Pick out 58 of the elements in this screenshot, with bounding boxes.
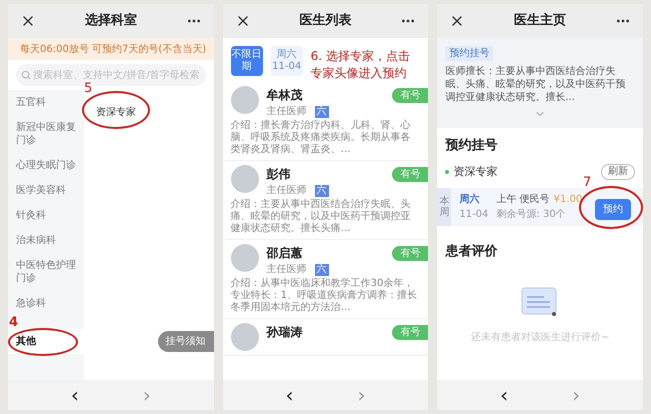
subdepartment-item[interactable]: 资深专家 xyxy=(96,107,136,118)
department-item[interactable]: 中医特色护理门诊 xyxy=(8,253,84,291)
slot-price: ¥1.00 xyxy=(554,193,582,207)
empty-message: 还未有患者对该医生进行评价~ xyxy=(470,330,610,344)
date-tab[interactable]: 不限日期 xyxy=(230,46,263,76)
group-label: 资深专家 xyxy=(453,164,498,180)
back-button[interactable]: ‹ xyxy=(66,385,83,405)
week-label: 本周 xyxy=(437,188,452,226)
doctor-name: 邵启蕙 xyxy=(266,245,303,262)
annotation-ellipse xyxy=(82,91,150,129)
schedule-tag: 六 xyxy=(314,264,329,276)
doctor-title: 主任医师 xyxy=(266,184,307,197)
step-number: 7 xyxy=(583,176,592,188)
step-number: 4 xyxy=(9,316,18,329)
availability-badge: 有号 xyxy=(392,88,428,102)
availability-badge: 有号 xyxy=(392,324,428,340)
schedule-tag: 六 xyxy=(314,106,329,118)
bullet-icon xyxy=(445,170,450,174)
window-title: 医生主页 xyxy=(514,12,566,30)
availability-badge: 有号 xyxy=(392,166,428,182)
doctor-name: 牟林茂 xyxy=(266,87,303,104)
section-heading: 患者评价 xyxy=(445,243,498,261)
department-item[interactable]: 医学美容科 xyxy=(8,178,84,203)
doctor-name: 彭伟 xyxy=(266,166,291,183)
back-button[interactable]: ‹ xyxy=(496,385,512,405)
slot-date: 11-04 xyxy=(459,208,488,222)
department-item[interactable]: 治未病科 xyxy=(8,228,84,253)
search-icon xyxy=(21,70,31,80)
notice-text: 每天06:00放号 可预约7天的号(不含当天) xyxy=(20,42,206,56)
slot-remaining: 剩余号源: 30个 xyxy=(496,208,567,222)
department-item[interactable]: 新冠中医康复门诊 xyxy=(8,115,84,153)
doctor-title: 主任医师 xyxy=(266,263,307,276)
section-heading: 预约挂号 xyxy=(445,137,498,155)
book-button[interactable]: 预约 xyxy=(595,198,632,220)
schedule-tag: 六 xyxy=(314,184,329,196)
annotation-ellipse xyxy=(8,328,78,356)
doctor-title: 主任医师 xyxy=(266,105,307,118)
instruction-text: 6. 选择专家，点击专家头像进入预约 xyxy=(310,48,411,82)
slot-session: 上午 便民号 xyxy=(496,192,550,207)
doctor-intro: 介绍：从事中医临床和教学工作30余年，专业特长：1、呼吸道疾病膏方调养：擅长冬季用固本培元的方法治… xyxy=(230,278,418,314)
department-item[interactable]: 急诊科 xyxy=(8,291,84,316)
back-button[interactable]: ‹ xyxy=(282,385,298,405)
department-item[interactable]: 针灸科 xyxy=(8,203,84,228)
specialty-text: 医师擅长：主要从事中西医结合治疗失眠、头痛、眩晕的研究，以及中医药干预调控亚健康状态研究。擅长... xyxy=(445,65,626,104)
department-item[interactable]: 五官科 xyxy=(8,90,84,115)
doctor-name: 孙瑞涛 xyxy=(266,324,303,341)
department-item[interactable]: 其他 xyxy=(8,329,84,354)
notice-button[interactable]: 挂号须知 xyxy=(158,331,214,352)
doctor-intro: 介绍：擅长膏方治疗内科、儿科、肾、心脑、呼吸系统及疼痛类疾病。长期从事各类肾炎及肾病、肾盂炎、… xyxy=(230,120,412,156)
window-title: 选择科室 xyxy=(84,12,137,30)
availability-badge: 有号 xyxy=(392,246,428,260)
profile-tag: 预约挂号 xyxy=(445,46,494,61)
refresh-button[interactable]: 刷新 xyxy=(601,164,636,180)
date-tab[interactable]: 周六 11-04 xyxy=(270,46,303,76)
doctor-intro: 介绍：主要从事中西医结合治疗失眠、头痛、眩晕的研究，以及中医药干预调控亚健康状态研究。擅长头痛… xyxy=(230,199,412,235)
slot-day: 周六 xyxy=(459,192,488,207)
department-item[interactable]: 心理失眠门诊 xyxy=(8,153,84,178)
window-title: 医生列表 xyxy=(300,12,352,30)
